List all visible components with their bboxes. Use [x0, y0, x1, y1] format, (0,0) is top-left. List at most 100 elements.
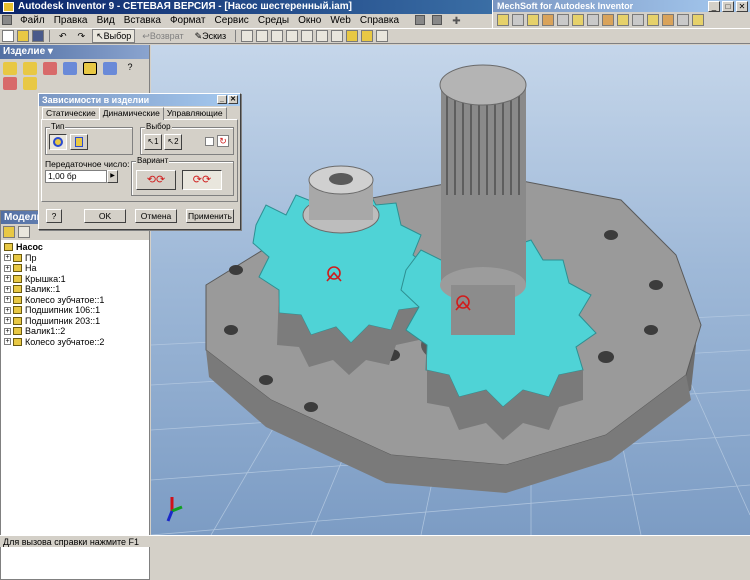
return-button[interactable]: ↩ Возврат — [138, 29, 187, 43]
expand-icon[interactable]: + — [4, 254, 11, 262]
mirror-icon[interactable] — [63, 62, 77, 75]
menu-insert[interactable]: Вставка — [121, 14, 164, 28]
zoom-window-icon[interactable] — [256, 30, 269, 42]
move-component-icon[interactable] — [3, 77, 17, 90]
rotate-component-icon[interactable] — [23, 77, 37, 90]
dialog-minimize-button[interactable]: _ — [217, 95, 227, 104]
camera-icon[interactable] — [376, 30, 389, 42]
minimize-button[interactable]: _ — [708, 1, 720, 12]
ok-button[interactable]: OK — [84, 209, 126, 223]
add-icon[interactable]: ✚ — [449, 15, 461, 27]
rotation-translation-type-button[interactable] — [70, 134, 88, 150]
panel-bar-header[interactable]: Изделие ▾ — [0, 45, 149, 59]
zoom-selected-icon[interactable] — [301, 30, 314, 42]
mechsoft-tool-icon[interactable] — [692, 14, 704, 26]
place-component-icon[interactable] — [3, 62, 17, 75]
shadow-icon[interactable] — [361, 30, 374, 42]
pan-icon[interactable] — [286, 30, 299, 42]
select-button[interactable]: ↖ Выбор — [92, 29, 136, 43]
tree-item[interactable]: + Подшипник 106::1 — [4, 305, 146, 316]
tree-item[interactable]: + На — [4, 263, 146, 274]
sketch-button[interactable]: ✎ Эскиз — [191, 29, 231, 43]
rotation-type-button[interactable] — [49, 134, 67, 150]
ratio-input[interactable]: 1,00 бр — [45, 170, 107, 183]
tab-control[interactable]: Управляющие — [162, 107, 227, 119]
mechsoft-tool-icon[interactable] — [512, 14, 524, 26]
expand-icon[interactable]: + — [4, 317, 11, 325]
mechsoft-tool-icon[interactable] — [647, 14, 659, 26]
mechsoft-tool-icon[interactable] — [527, 14, 539, 26]
document-menu-icon[interactable] — [2, 15, 12, 26]
menu-web[interactable]: Web — [327, 14, 353, 28]
dialog-close-button[interactable]: ✕ — [228, 95, 238, 104]
filter-icon[interactable] — [3, 226, 15, 238]
new-file-icon[interactable] — [2, 30, 14, 42]
redo-icon[interactable]: ↷ — [74, 29, 90, 43]
menu-view[interactable]: Вид — [94, 14, 118, 28]
mechsoft-tool-icon[interactable] — [587, 14, 599, 26]
first-selection-checkbox[interactable] — [205, 137, 214, 146]
mechsoft-tool-icon[interactable] — [602, 14, 614, 26]
replace-icon[interactable] — [103, 62, 117, 75]
cancel-button[interactable]: Отмена — [135, 209, 177, 223]
expand-icon[interactable]: + — [4, 306, 11, 314]
properties-icon[interactable] — [415, 15, 426, 26]
tree-item[interactable]: + Подшипник 203::1 — [4, 316, 146, 327]
save-icon[interactable] — [32, 30, 44, 42]
pattern-icon[interactable] — [43, 62, 57, 75]
menu-environments[interactable]: Среды — [255, 14, 292, 28]
tab-dynamic[interactable]: Динамические — [98, 107, 164, 120]
expand-icon[interactable]: + — [4, 296, 11, 304]
mechsoft-tool-icon[interactable] — [542, 14, 554, 26]
open-folder-icon[interactable] — [17, 30, 29, 42]
look-at-icon[interactable] — [331, 30, 344, 42]
display-style-icon[interactable] — [346, 30, 359, 42]
tree-item[interactable]: + Пр — [4, 253, 146, 264]
mechsoft-tool-icon[interactable] — [677, 14, 689, 26]
forward-variant-button[interactable]: ⟲⟳ — [136, 170, 176, 190]
calculator-icon[interactable] — [432, 15, 443, 26]
expand-icon[interactable]: + — [4, 275, 11, 283]
expand-icon[interactable]: + — [4, 285, 11, 293]
tab-static[interactable]: Статические — [42, 107, 100, 119]
mechsoft-tool-icon[interactable] — [557, 14, 569, 26]
mechsoft-tool-icon[interactable] — [617, 14, 629, 26]
type-group-label: Тип — [50, 122, 66, 131]
ratio-spin-button[interactable]: ▶ — [107, 170, 118, 183]
tree-item[interactable]: + Валик::1 — [4, 284, 146, 295]
browser-view-icon[interactable] — [18, 226, 30, 238]
tree-root[interactable]: Насос — [4, 242, 146, 253]
dialog-help-button[interactable]: ? — [46, 209, 62, 223]
apply-button[interactable]: Применить — [186, 209, 234, 223]
expand-icon[interactable]: + — [4, 338, 11, 346]
select-first-button[interactable]: ↖1 — [144, 134, 162, 150]
reverse-variant-button[interactable]: ⟳⟳ — [182, 170, 222, 190]
zoom-icon[interactable] — [271, 30, 284, 42]
menu-window[interactable]: Окно — [295, 14, 324, 28]
tree-item[interactable]: + Колесо зубчатое::2 — [4, 337, 146, 348]
help-icon[interactable]: ? — [123, 62, 137, 75]
close-button[interactable]: ✕ — [736, 1, 748, 12]
expand-icon[interactable]: + — [4, 327, 11, 335]
tree-item[interactable]: + Колесо зубчатое::1 — [4, 295, 146, 306]
menu-format[interactable]: Формат — [167, 14, 209, 28]
mechsoft-tool-icon[interactable] — [497, 14, 509, 26]
menu-tools[interactable]: Сервис — [212, 14, 252, 28]
undo-icon[interactable]: ↶ — [55, 29, 71, 43]
mechsoft-tool-icon[interactable] — [572, 14, 584, 26]
cycle-selection-icon[interactable]: ↻ — [217, 135, 229, 147]
create-component-icon[interactable] — [23, 62, 37, 75]
rotate-icon[interactable] — [316, 30, 329, 42]
menu-file[interactable]: Файл — [17, 14, 48, 28]
tree-item[interactable]: + Крышка:1 — [4, 274, 146, 285]
select-second-button[interactable]: ↖2 — [164, 134, 182, 150]
menu-edit[interactable]: Правка — [51, 14, 91, 28]
mechsoft-tool-icon[interactable] — [662, 14, 674, 26]
mechsoft-tool-icon[interactable] — [632, 14, 644, 26]
menu-help[interactable]: Справка — [357, 14, 402, 28]
zoom-all-icon[interactable] — [241, 30, 254, 42]
expand-icon[interactable]: + — [4, 264, 11, 272]
tree-item[interactable]: + Валик1::2 — [4, 326, 146, 337]
maximize-button[interactable]: □ — [722, 1, 734, 12]
constraint-icon[interactable] — [83, 62, 97, 75]
